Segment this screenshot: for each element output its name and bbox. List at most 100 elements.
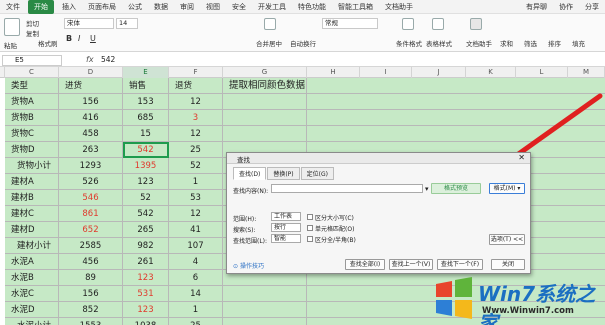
lookin-select[interactable]: 智能 xyxy=(271,234,301,243)
name-box[interactable]: E5 xyxy=(2,55,62,66)
cell-ret[interactable]: 1 xyxy=(169,174,223,190)
col-header-k[interactable]: K xyxy=(466,67,516,78)
cell-ret[interactable]: 52 xyxy=(169,158,223,174)
table-style-button[interactable]: 表格样式 xyxy=(426,38,452,48)
sum-button[interactable]: 求和 xyxy=(500,38,513,48)
header-extract[interactable]: 提取相同颜色数据 xyxy=(223,78,307,94)
case-checkbox[interactable] xyxy=(307,214,313,220)
options-button[interactable]: 选项(T) << xyxy=(489,234,525,245)
cell-sale[interactable]: 685 xyxy=(123,110,169,126)
cell-in[interactable]: 458 xyxy=(59,126,123,142)
cell-sale[interactable]: 542 xyxy=(123,206,169,222)
dialog-titlebar[interactable]: 查找 ✕ xyxy=(227,153,530,164)
cell-in[interactable]: 456 xyxy=(59,254,123,270)
menu-security[interactable]: 安全 xyxy=(226,0,252,14)
cell-in[interactable]: 156 xyxy=(59,94,123,110)
cell-ret[interactable]: 3 xyxy=(169,110,223,126)
cell-ret[interactable]: 41 xyxy=(169,222,223,238)
search-select[interactable]: 按行 xyxy=(271,223,301,232)
cell-extract[interactable] xyxy=(223,126,307,142)
col-header-c[interactable]: C xyxy=(5,67,59,78)
copy-button[interactable]: 复制 xyxy=(26,28,39,38)
cell-ret[interactable]: 4 xyxy=(169,254,223,270)
format-button[interactable]: 格式(M) ▾ xyxy=(489,183,525,194)
filter-button[interactable]: 筛选 xyxy=(524,38,537,48)
menu-data[interactable]: 数据 xyxy=(148,0,174,14)
sort-button[interactable]: 排序 xyxy=(548,38,561,48)
cell-sale[interactable]: 982 xyxy=(123,238,169,254)
cell-type[interactable]: 货物B xyxy=(5,110,59,126)
cell-type[interactable]: 水泥小计 xyxy=(5,318,59,325)
cell-type[interactable]: 货物小计 xyxy=(5,158,59,174)
cell-sale[interactable]: 52 xyxy=(123,190,169,206)
header-return[interactable]: 退货 xyxy=(169,78,223,94)
whole-checkbox[interactable] xyxy=(307,225,313,231)
cell-type[interactable]: 建材A xyxy=(5,174,59,190)
scope-select[interactable]: 工作表 xyxy=(271,212,301,221)
cell-extract[interactable] xyxy=(223,302,307,318)
cell-in[interactable]: 861 xyxy=(59,206,123,222)
cell-in[interactable]: 1553 xyxy=(59,318,123,325)
cell-in[interactable]: 852 xyxy=(59,302,123,318)
find-next-button[interactable]: 查找下一个(F) xyxy=(437,259,483,270)
tab-find[interactable]: 查找(D) xyxy=(233,167,267,180)
cell-type[interactable]: 建材C xyxy=(5,206,59,222)
font-size-select[interactable]: 14 xyxy=(116,18,138,29)
menu-page-layout[interactable]: 页面布局 xyxy=(82,0,122,14)
cell-sale[interactable]: 15 xyxy=(123,126,169,142)
menu-collab[interactable]: 协作 xyxy=(553,0,579,14)
bold-button[interactable]: B xyxy=(66,34,72,43)
cell-ret[interactable]: 107 xyxy=(169,238,223,254)
cell-type[interactable]: 建材小计 xyxy=(5,238,59,254)
tips-link[interactable]: ⊙ 操作技巧 xyxy=(233,261,264,270)
cell-ret[interactable]: 25 xyxy=(169,142,223,158)
cell-in[interactable]: 416 xyxy=(59,110,123,126)
cell-type[interactable]: 水泥A xyxy=(5,254,59,270)
find-dropdown-icon[interactable]: ▾ xyxy=(425,185,429,193)
doc-helper-button[interactable]: 文档助手 xyxy=(466,38,492,48)
cell-extract[interactable] xyxy=(223,318,307,325)
cell-in[interactable]: 526 xyxy=(59,174,123,190)
cell-in[interactable]: 89 xyxy=(59,270,123,286)
underline-button[interactable]: U xyxy=(90,34,96,43)
paste-icon[interactable] xyxy=(4,18,20,36)
close-icon[interactable]: ✕ xyxy=(518,153,525,162)
cell-extract[interactable] xyxy=(223,286,307,302)
cell-type[interactable]: 水泥B xyxy=(5,270,59,286)
cell-in[interactable]: 652 xyxy=(59,222,123,238)
col-header-l[interactable]: L xyxy=(516,67,568,78)
menu-view[interactable]: 视图 xyxy=(200,0,226,14)
cell-sale[interactable]: 265 xyxy=(123,222,169,238)
col-header-f[interactable]: F xyxy=(169,67,223,78)
cell-sale[interactable]: 123 xyxy=(123,270,169,286)
cell-sale[interactable]: 123 xyxy=(123,174,169,190)
find-prev-button[interactable]: 查找上一个(V) xyxy=(389,259,433,270)
cell-in[interactable]: 1293 xyxy=(59,158,123,174)
italic-button[interactable]: I xyxy=(78,34,80,43)
col-header-j[interactable]: J xyxy=(412,67,466,78)
cell-type[interactable]: 建材B xyxy=(5,190,59,206)
close-button[interactable]: 关闭 xyxy=(491,259,525,270)
menu-review[interactable]: 审阅 xyxy=(174,0,200,14)
tab-goto[interactable]: 定位(G) xyxy=(300,167,334,180)
cell-ret[interactable]: 25 xyxy=(169,318,223,325)
cell-in[interactable]: 263 xyxy=(59,142,123,158)
wrap-button[interactable]: 自动换行 xyxy=(290,38,316,48)
cell-in[interactable]: 156 xyxy=(59,286,123,302)
cell-ret[interactable]: 14 xyxy=(169,286,223,302)
cut-button[interactable]: 剪切 xyxy=(26,18,39,28)
cell-sale[interactable]: 153 xyxy=(123,94,169,110)
paste-button[interactable]: 粘贴 xyxy=(4,40,17,50)
fill-button[interactable]: 填充 xyxy=(572,38,585,48)
fx-icon[interactable]: fx xyxy=(86,55,94,64)
menu-file[interactable]: 文件 xyxy=(0,0,26,14)
cell-type[interactable]: 货物D xyxy=(5,142,59,158)
cell-type[interactable]: 货物A xyxy=(5,94,59,110)
header-type[interactable]: 类型 xyxy=(5,78,59,94)
menu-smart-tools[interactable]: 智能工具箱 xyxy=(332,0,379,14)
cell-sale[interactable]: 542 xyxy=(123,142,169,158)
cell-sale[interactable]: 531 xyxy=(123,286,169,302)
format-painter-button[interactable]: 格式刷 xyxy=(38,38,58,48)
cell-ret[interactable]: 12 xyxy=(169,126,223,142)
col-header-h[interactable]: H xyxy=(307,67,360,78)
